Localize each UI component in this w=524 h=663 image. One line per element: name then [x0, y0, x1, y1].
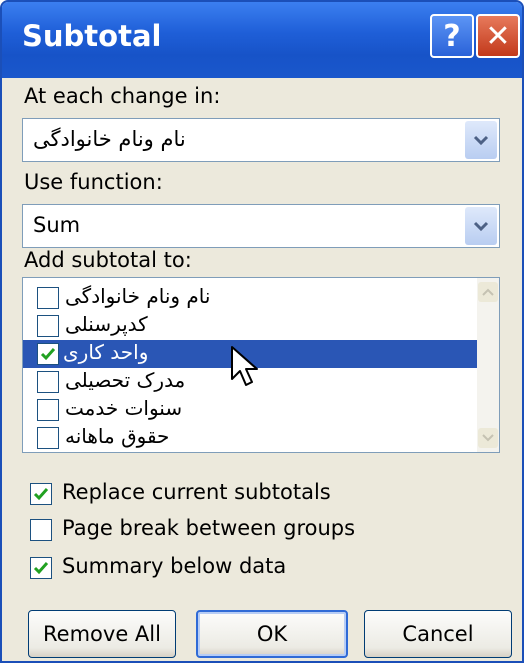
list-item[interactable]: کدپرسنلی [23, 312, 477, 340]
scroll-down-button[interactable] [478, 428, 498, 448]
remove-all-button[interactable]: Remove All [28, 610, 176, 658]
help-icon: ? [443, 18, 461, 54]
mouse-pointer-icon [231, 346, 258, 386]
function-combo[interactable]: Sum [22, 204, 500, 248]
checkmark-icon [33, 488, 49, 501]
dialog-title: Subtotal [22, 19, 162, 53]
function-label: Use function: [24, 170, 163, 194]
summary-below-checkbox[interactable] [30, 557, 52, 579]
function-label-text: Use function: [24, 170, 163, 194]
page-break-label: Page break between groups [62, 516, 356, 540]
replace-current-label: Replace current subtotals [62, 480, 331, 504]
item-checkbox[interactable] [37, 315, 59, 337]
item-label: نام ونام خانوادگی [65, 284, 211, 308]
chevron-up-icon [482, 288, 494, 296]
page-break-checkbox[interactable] [30, 519, 52, 541]
function-value: Sum [33, 213, 81, 237]
cancel-button[interactable]: Cancel [364, 610, 512, 658]
replace-current-checkbox[interactable] [30, 483, 52, 505]
remove-all-label: Remove All [43, 622, 161, 646]
item-checkbox[interactable] [37, 399, 59, 421]
group-by-label-text: At each change in: [24, 84, 221, 108]
item-label: کدپرسنلی [65, 312, 148, 336]
group-by-combo[interactable]: نام ونام خانوادگی [22, 118, 500, 162]
group-by-label: At each change in: [24, 84, 220, 108]
close-button[interactable]: ✕ [476, 14, 520, 58]
group-by-value: نام ونام خانوادگی [33, 127, 186, 151]
cancel-label: Cancel [402, 622, 474, 646]
list-item[interactable]: نام ونام خانوادگی [23, 284, 477, 312]
ok-button[interactable]: OK [196, 610, 348, 658]
summary-below-label: Summary below data [62, 554, 287, 578]
chevron-down-icon [473, 135, 489, 146]
list-scrollbar[interactable] [477, 278, 499, 452]
item-label: واحد کاری [63, 340, 149, 364]
help-button[interactable]: ? [430, 14, 474, 58]
item-checkbox[interactable] [37, 427, 59, 449]
subtotal-dialog: Subtotal ? ✕ At each change in: نام ونام… [0, 0, 524, 663]
close-icon: ✕ [485, 18, 511, 54]
item-checkbox[interactable] [37, 343, 59, 365]
item-label: مدرک تحصیلی [65, 368, 186, 392]
list-item[interactable]: سنوات خدمت [23, 396, 477, 424]
subtotal-to-label-text: Add subtotal to: [24, 248, 192, 272]
chevron-down-icon [473, 221, 489, 232]
item-checkbox[interactable] [37, 287, 59, 309]
ok-label: OK [256, 622, 288, 646]
item-label: حقوق ماهانه [65, 424, 170, 448]
checkmark-icon [33, 562, 49, 575]
function-dropdown-button[interactable] [465, 207, 497, 245]
list-item[interactable]: حقوق ماهانه [23, 424, 477, 452]
checkmark-icon [40, 348, 56, 361]
subtotal-to-label: Add subtotal to: [24, 248, 192, 272]
group-by-dropdown-button[interactable] [465, 121, 497, 159]
scroll-up-button[interactable] [478, 282, 498, 302]
title-bar[interactable]: Subtotal ? ✕ [2, 2, 522, 78]
chevron-down-icon [482, 434, 494, 442]
item-checkbox[interactable] [37, 371, 59, 393]
item-label: سنوات خدمت [65, 396, 183, 420]
